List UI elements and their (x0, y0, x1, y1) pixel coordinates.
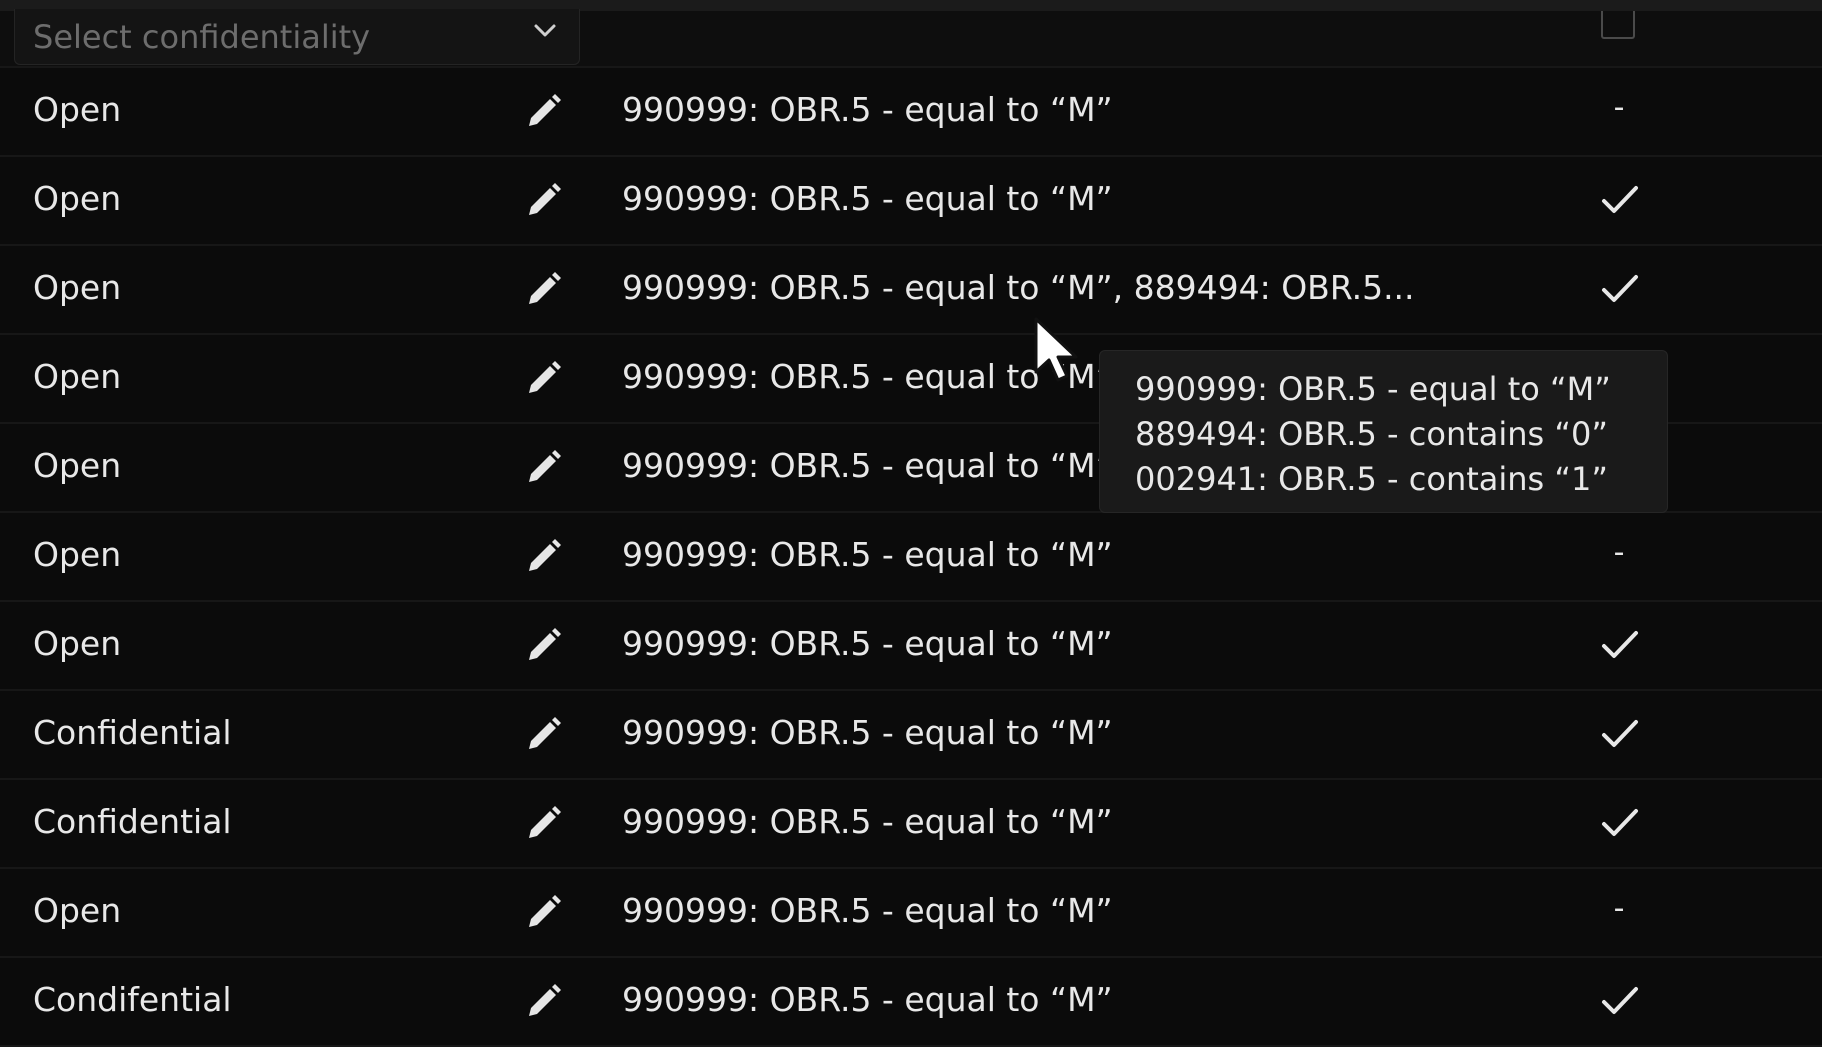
pencil-icon[interactable] (522, 714, 564, 756)
tooltip-line: 002941: OBR.5 - contains “1” (1135, 460, 1608, 498)
checkmark-icon (1600, 717, 1640, 751)
confidentiality-cell: Open (33, 624, 122, 663)
table-row: Confidential 990999: OBR.5 - equal to “M” (0, 691, 1822, 780)
table-row: Condifential 990999: OBR.5 - equal to “M” (0, 958, 1822, 1047)
confidentiality-select[interactable]: Select confidentiality (14, 9, 580, 65)
rule-cell: 990999: OBR.5 - equal to “M” (622, 535, 1113, 574)
status-cell: - (1613, 90, 1625, 125)
table-row: Open 990999: OBR.5 - equal to “M” - (0, 513, 1822, 602)
pencil-icon[interactable] (522, 358, 564, 400)
pencil-icon[interactable] (522, 625, 564, 667)
table-row: Open 990999: OBR.5 - equal to “M” (0, 157, 1822, 246)
pencil-icon[interactable] (522, 269, 564, 311)
pencil-icon[interactable] (522, 536, 564, 578)
confidentiality-cell: Open (33, 535, 122, 574)
filter-row: Select confidentiality (0, 9, 1822, 68)
rule-cell: 990999: OBR.5 - equal to “M” (622, 891, 1113, 930)
pencil-icon[interactable] (522, 892, 564, 934)
tooltip-line: 990999: OBR.5 - equal to “M” (1135, 370, 1611, 408)
rule-cell: 990999: OBR.5 - equal to “M” (622, 624, 1113, 663)
rule-cell: 990999: OBR.5 - equal to “M”, 889494: OB… (622, 268, 1415, 307)
checkmark-icon (1600, 984, 1640, 1018)
pencil-icon[interactable] (522, 803, 564, 845)
chevron-down-icon (534, 24, 556, 37)
select-all-checkbox[interactable] (1601, 11, 1635, 39)
table-row: Open 990999: OBR.5 - equal to “M” - (0, 68, 1822, 157)
confidentiality-cell: Confidential (33, 802, 232, 841)
table-row: Open 990999: OBR.5 - equal to “M” - (0, 869, 1822, 958)
rule-cell: 990999: OBR.5 - equal to “M” (622, 980, 1113, 1019)
rules-tooltip: 990999: OBR.5 - equal to “M” 889494: OBR… (1099, 350, 1668, 513)
confidentiality-cell: Open (33, 268, 122, 307)
checkmark-icon (1600, 806, 1640, 840)
rule-cell: 990999: OBR.5 - equal to “M” (622, 446, 1113, 485)
checkmark-icon (1600, 628, 1640, 662)
table-row: Confidential 990999: OBR.5 - equal to “M” (0, 780, 1822, 869)
checkmark-icon (1600, 272, 1640, 306)
checkmark-icon (1600, 183, 1640, 217)
pencil-icon[interactable] (522, 447, 564, 489)
status-cell: - (1613, 535, 1625, 570)
rule-cell: 990999: OBR.5 - equal to “M” (622, 713, 1113, 752)
pencil-icon[interactable] (522, 180, 564, 222)
table-row: Open 990999: OBR.5 - equal to “M”, 889494… (0, 246, 1822, 335)
status-cell: - (1613, 891, 1625, 926)
confidentiality-cell: Confidential (33, 713, 232, 752)
pencil-icon[interactable] (522, 91, 564, 133)
table-row: Open 990999: OBR.5 - equal to “M” (0, 602, 1822, 691)
select-placeholder: Select confidentiality (33, 18, 371, 56)
confidentiality-cell: Condifential (33, 980, 232, 1019)
tooltip-line: 889494: OBR.5 - contains “0” (1135, 415, 1608, 453)
rule-cell: 990999: OBR.5 - equal to “M” (622, 802, 1113, 841)
confidentiality-cell: Open (33, 179, 122, 218)
confidentiality-cell: Open (33, 90, 122, 129)
rule-cell: 990999: OBR.5 - equal to “M” (622, 90, 1113, 129)
mouse-pointer-icon (1034, 317, 1078, 382)
confidentiality-cell: Open (33, 357, 122, 396)
rules-table: Open 990999: OBR.5 - equal to “M” - Open 990… (0, 68, 1822, 1047)
confidentiality-cell: Open (33, 446, 122, 485)
pencil-icon[interactable] (522, 981, 564, 1023)
confidentiality-cell: Open (33, 891, 122, 930)
rule-cell: 990999: OBR.5 - equal to “M” (622, 179, 1113, 218)
